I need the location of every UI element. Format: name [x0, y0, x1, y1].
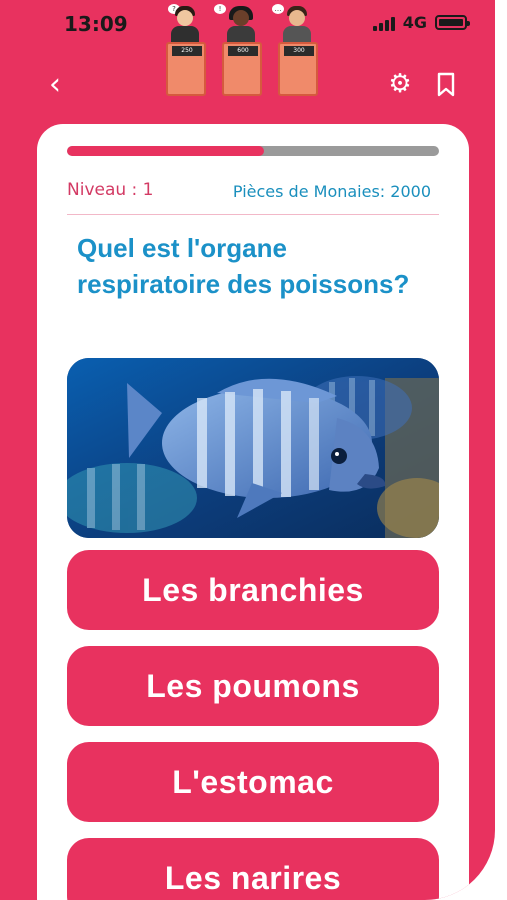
contestant-3: … 300 [272, 0, 318, 98]
progress-fill [67, 146, 265, 156]
status-icons: 4G [372, 13, 470, 32]
question-text: Quel est l'organe respiratoire des poiss… [77, 233, 410, 299]
battery-icon [435, 15, 470, 30]
contestant-1: ? 250 [166, 0, 206, 98]
bookmark-icon[interactable] [434, 72, 458, 98]
contestant-score: 250 [172, 46, 202, 56]
answer-button-1[interactable]: Les branchies [67, 550, 439, 630]
contestant-2: ! 600 [214, 0, 262, 98]
coins-label: Pièces de Monaies: 2000 [232, 182, 431, 201]
answer-button-2[interactable]: Les poumons [67, 646, 439, 726]
progress-bar [67, 146, 439, 156]
network-label: 4G [402, 13, 427, 32]
divider [67, 214, 439, 215]
signal-icon [372, 15, 395, 31]
contestant-score: 600 [228, 46, 258, 56]
level-label: Niveau : 1 [67, 180, 154, 200]
app-screen: 13:09 4G ? 250 ! 600 … 300 ‹ ⚙ Niveau: … [0, 0, 495, 900]
contestant-score: 300 [284, 46, 314, 56]
gear-icon[interactable]: ⚙ [386, 70, 414, 98]
speech-bubble-icon: … [272, 4, 284, 14]
speech-bubble-icon: ! [214, 4, 226, 14]
question-card: Niveau : 1 Pièces de Monaies: 2000 Quel … [37, 124, 469, 900]
fish-image [67, 358, 439, 538]
chevron-left-icon[interactable]: ‹ [40, 70, 70, 102]
status-time: 13:09 [64, 12, 128, 36]
answer-button-4[interactable]: Les narires [67, 838, 439, 900]
contestants-illustration: ? 250 ! 600 … 300 [160, 0, 330, 98]
answer-button-3[interactable]: L'estomac [67, 742, 439, 822]
